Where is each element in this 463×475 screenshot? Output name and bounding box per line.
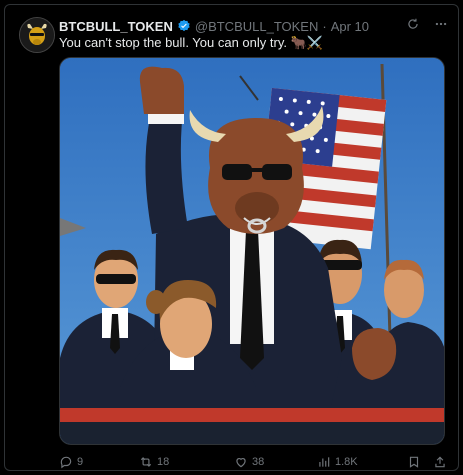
display-name[interactable]: BTCBULL_TOKEN xyxy=(59,19,173,34)
repost-button[interactable]: 18 xyxy=(139,455,169,469)
handle[interactable]: @BTCBULL_TOKEN xyxy=(195,19,319,34)
like-count: 38 xyxy=(252,456,265,468)
post-image[interactable] xyxy=(59,57,445,445)
post-card[interactable]: BTCBULL_TOKEN @BTCBULL_TOKEN · Apr 10 Yo… xyxy=(4,4,459,471)
grok-icon[interactable] xyxy=(406,17,420,36)
avatar[interactable] xyxy=(19,17,55,53)
views-icon xyxy=(319,457,330,467)
reply-button[interactable]: 9 xyxy=(59,455,83,469)
bookmark-button[interactable] xyxy=(407,455,421,469)
share-button[interactable] xyxy=(433,455,447,469)
bookmark-icon xyxy=(409,456,419,468)
like-icon xyxy=(236,458,246,468)
post-text: You can't stop the bull. You can only tr… xyxy=(59,35,323,50)
views-button[interactable]: 1.8K xyxy=(317,455,358,469)
action-bar: 9 18 38 1.8K xyxy=(59,453,449,471)
views-count: 1.8K xyxy=(335,456,358,468)
bull-cartoon-illustration xyxy=(60,58,444,444)
like-button[interactable]: 38 xyxy=(234,455,264,469)
post-header: BTCBULL_TOKEN @BTCBULL_TOKEN · Apr 10 xyxy=(59,17,448,35)
reply-icon xyxy=(60,456,72,469)
avatar-bull-image xyxy=(20,18,54,52)
separator-dot: · xyxy=(322,18,327,34)
verified-badge-icon xyxy=(177,19,191,33)
repost-count: 18 xyxy=(157,456,170,468)
repost-icon xyxy=(140,457,152,467)
reply-count: 9 xyxy=(77,456,84,468)
share-icon xyxy=(435,456,445,468)
more-icon[interactable] xyxy=(434,17,448,36)
header-actions xyxy=(406,17,448,36)
post-date[interactable]: Apr 10 xyxy=(331,19,369,34)
